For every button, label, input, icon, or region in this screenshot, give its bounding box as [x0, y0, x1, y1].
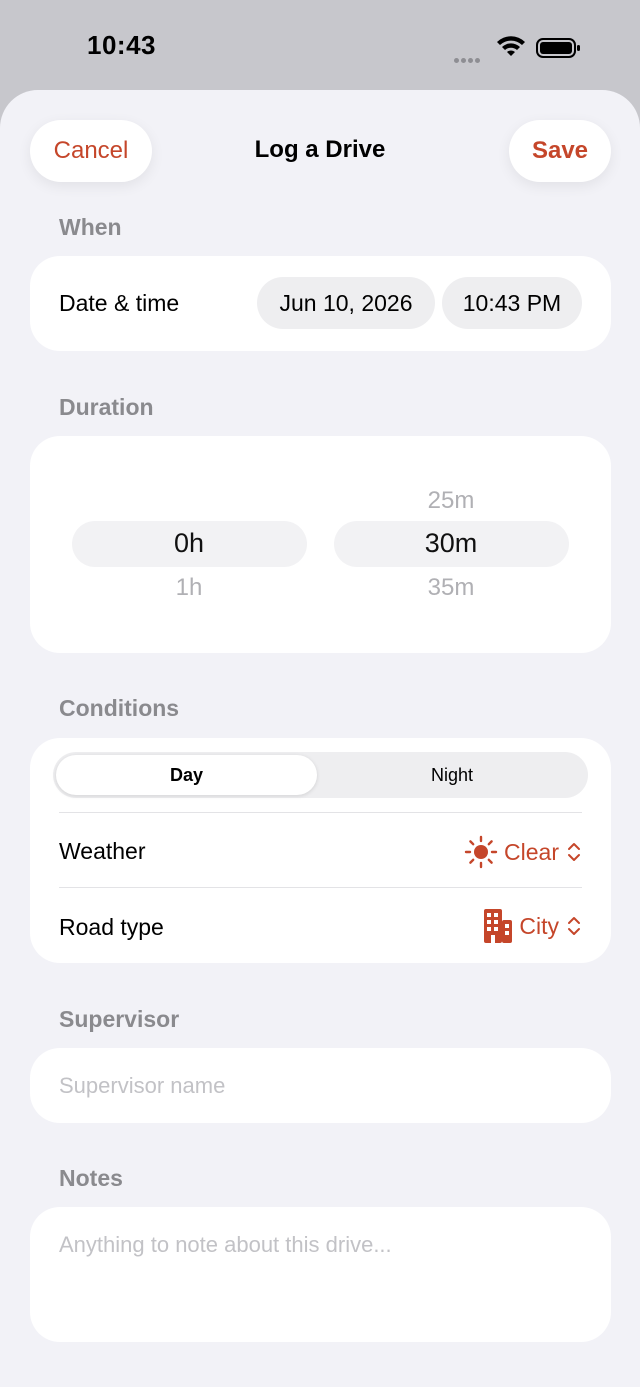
divider	[59, 887, 582, 888]
conditions-card: Day Night Weather Clear Road type City	[30, 738, 611, 963]
weather-value: Clear	[504, 838, 559, 865]
weather-picker[interactable]: Clear	[464, 835, 581, 869]
wifi-icon	[496, 36, 526, 63]
date-picker-button[interactable]: Jun 10, 2026	[257, 277, 435, 329]
minutes-previous[interactable]: 25m	[334, 487, 568, 515]
road-type-label: Road type	[59, 914, 164, 940]
chevron-up-down-icon	[567, 915, 581, 937]
minutes-next[interactable]: 35m	[334, 574, 568, 602]
sun-icon	[464, 835, 498, 869]
road-type-picker[interactable]: City	[483, 908, 581, 944]
section-label-when: When	[59, 214, 122, 240]
log-drive-sheet: Cancel Log a Drive Save When Date & time…	[0, 90, 640, 1387]
road-type-value: City	[519, 912, 559, 939]
status-time: 10:43	[87, 30, 156, 60]
supervisor-field[interactable]: Supervisor name	[30, 1048, 611, 1123]
date-time-label: Date & time	[59, 290, 180, 316]
hours-selected[interactable]: 0h	[72, 528, 306, 559]
hours-next[interactable]: 1h	[72, 574, 306, 602]
status-bar: 10:43	[0, 0, 640, 90]
cellular-signal-icon	[454, 50, 486, 63]
battery-icon	[536, 37, 582, 64]
notes-field[interactable]: Anything to note about this drive...	[30, 1207, 611, 1342]
duration-card: 0h 1h 25m 30m 35m	[30, 436, 611, 653]
building-icon	[483, 908, 513, 944]
section-label-notes: Notes	[59, 1165, 123, 1191]
save-button[interactable]: Save	[509, 120, 611, 182]
supervisor-placeholder: Supervisor name	[59, 1073, 226, 1098]
chevron-up-down-icon	[567, 841, 581, 863]
section-label-conditions: Conditions	[59, 695, 180, 721]
divider	[59, 812, 582, 813]
section-label-supervisor: Supervisor	[59, 1006, 180, 1032]
day-night-segmented-control: Day Night	[53, 752, 588, 798]
minutes-selected[interactable]: 30m	[334, 528, 568, 559]
segment-night[interactable]: Night	[319, 755, 585, 795]
notes-placeholder: Anything to note about this drive...	[59, 1232, 392, 1257]
when-card: Date & time Jun 10, 2026 10:43 PM	[30, 256, 611, 351]
weather-label: Weather	[59, 838, 146, 864]
section-label-duration: Duration	[59, 394, 154, 420]
segment-day[interactable]: Day	[56, 755, 317, 795]
time-picker-button[interactable]: 10:43 PM	[442, 277, 582, 329]
